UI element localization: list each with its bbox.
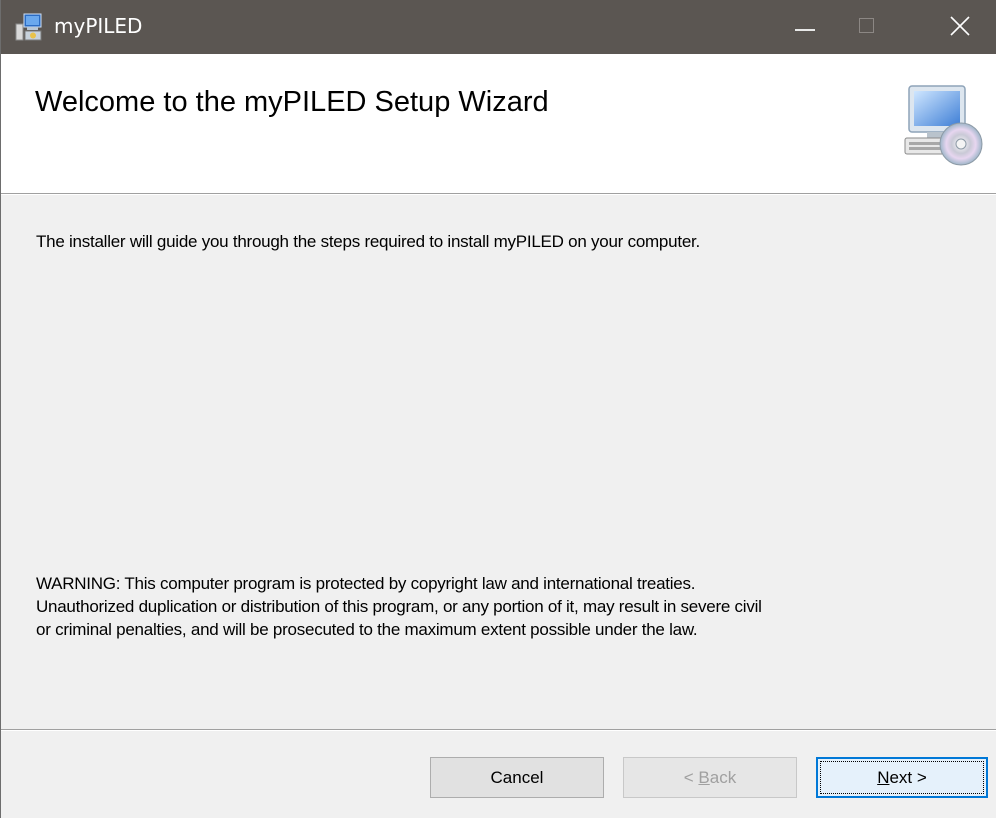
window-title: myPILED xyxy=(54,14,143,38)
back-button-label: ack xyxy=(709,768,737,787)
warning-line-1: WARNING: This computer program is protec… xyxy=(36,574,696,593)
maximize-button[interactable] xyxy=(836,0,898,54)
next-button[interactable]: Next > xyxy=(816,757,988,798)
installer-icon xyxy=(13,12,43,42)
warning-line-3: or criminal penalties, and will be prose… xyxy=(36,620,698,639)
close-button[interactable] xyxy=(925,0,996,54)
back-button[interactable]: < Back xyxy=(623,757,797,798)
cancel-button[interactable]: Cancel xyxy=(430,757,604,798)
warning-line-2: Unauthorized duplication or distribution… xyxy=(36,597,762,616)
page-title: Welcome to the myPILED Setup Wizard xyxy=(35,86,549,118)
copyright-warning: WARNING: This computer program is protec… xyxy=(36,572,976,641)
back-button-prefix: < xyxy=(683,768,699,787)
footer-divider-highlight xyxy=(1,730,996,731)
setup-wizard-window: myPILED Welcome to the myPILED Setup Wiz… xyxy=(0,0,996,818)
minimize-button[interactable] xyxy=(774,0,836,54)
computer-cd-icon xyxy=(901,80,985,170)
header-divider-highlight xyxy=(1,194,996,195)
intro-text: The installer will guide you through the… xyxy=(36,232,700,251)
header-banner xyxy=(1,54,996,193)
title-bar[interactable]: myPILED xyxy=(1,0,996,54)
focus-rectangle xyxy=(820,761,984,794)
maximize-icon xyxy=(859,18,874,33)
back-button-mnemonic: B xyxy=(698,768,710,787)
minimize-icon xyxy=(795,29,815,31)
